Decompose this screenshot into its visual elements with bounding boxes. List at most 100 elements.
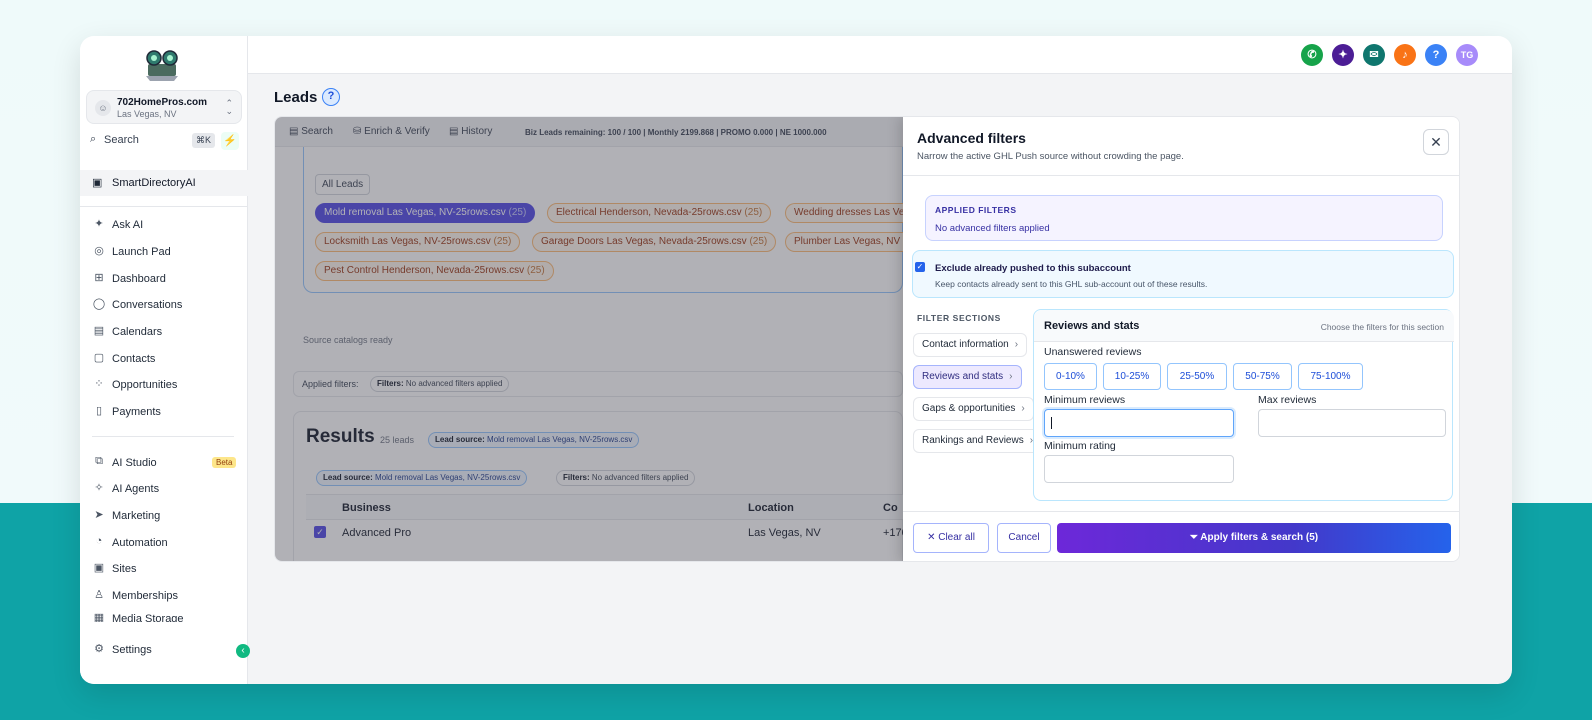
search-shortcut: ⌘K [192,133,216,148]
cancel-button[interactable]: Cancel [997,523,1051,553]
minimum-reviews-input[interactable] [1044,409,1234,437]
sidebar-item-label: Ask AI [112,219,144,231]
rocket-icon: ◎ [94,245,104,257]
sidebar-item-launch-pad[interactable]: ◎ Launch Pad [80,241,248,263]
sidebar-item-opportunities[interactable]: ⁘ Opportunities [80,374,248,396]
range-button[interactable]: 75-100% [1298,363,1363,390]
account-name: 702HomePros.com [117,97,208,108]
range-button[interactable]: 0-10% [1044,363,1097,390]
applied-filters-heading: APPLIED FILTERS [935,205,1017,215]
section-gaps-opportunities[interactable]: Gaps & opportunities › [913,397,1034,421]
divider [80,206,248,207]
book-icon: ▣ [92,177,103,189]
range-button[interactable]: 10-25% [1103,363,1161,390]
sidebar-item-label: Automation [112,537,168,549]
apply-filters-label: Apply filters & search (5) [1200,532,1319,543]
sidebar-item-calendars[interactable]: ▤ Calendars [80,321,248,343]
phone-icon[interactable]: ✆ [1301,44,1323,66]
page-title: Leads [274,89,318,106]
automation-icon: ◔ [95,535,103,547]
sidebar-item-label: Settings [112,644,152,656]
app-logo [146,50,178,81]
sidebar-item-ai-studio[interactable]: ⧉ AI Studio Beta [80,452,248,474]
memberships-icon: ♙ [94,589,104,601]
contacts-icon: ▢ [93,352,105,364]
search-label: Search [104,134,139,146]
collapse-sidebar-icon[interactable]: ‹ [236,644,250,658]
minimum-rating-input[interactable] [1044,455,1234,483]
divider [903,511,1459,512]
sidebar-item-label: Payments [112,406,161,418]
sidebar-item-automation[interactable]: ◔ Automation [80,532,248,554]
exclude-pushed-title: Exclude already pushed to this subaccoun… [935,263,1131,274]
ai-studio-icon: ⧉ [95,455,103,467]
apply-filters-button[interactable]: ⏷ Apply filters & search (5) [1057,523,1451,553]
help-icon[interactable]: ? [1425,44,1447,66]
media-icon: ▦ [93,612,105,622]
megaphone-icon[interactable]: ✉ [1363,44,1385,66]
sidebar-item-sites[interactable]: ▣ Sites [80,558,248,580]
section-label: Rankings and Reviews [922,435,1024,446]
payments-icon: ▯ [95,405,103,417]
gear-icon: ⚙ [94,643,104,655]
account-location: Las Vegas, NV [117,109,177,119]
sidebar-item-ai-agents[interactable]: ✧ AI Agents [80,478,248,500]
user-avatar[interactable]: TG [1456,44,1478,66]
sidebar-item-settings[interactable]: ⚙ Settings [80,639,248,661]
panel-hint: Choose the filters for this section [1320,322,1444,332]
sidebar-item-label: Marketing [112,510,161,522]
applied-filters-value: No advanced filters applied [935,223,1050,234]
panel-header: Reviews and stats Choose the filters for… [1034,310,1454,342]
sidebar-item-label: Memberships [112,590,179,602]
quick-action-bolt-icon[interactable]: ⚡ [221,132,239,150]
sidebar-item-conversations[interactable]: ◯ Conversations [80,294,248,316]
top-bar: ✆ ✦ ✉ ♪ ? TG [248,36,1512,74]
send-icon: ➤ [94,509,104,521]
chevron-updown-icon: ⌃ ⌄ [225,98,233,116]
sidebar-item-media-storage[interactable]: ▦ Media Storage [80,608,248,622]
ai-sparkle-icon[interactable]: ✦ [1332,44,1354,66]
max-reviews-label: Max reviews [1258,394,1317,406]
chevron-right-icon: › [1021,403,1025,414]
sidebar-item-label: Dashboard [112,273,166,285]
section-rankings-reviews[interactable]: Rankings and Reviews › [913,429,1043,453]
clear-all-button[interactable]: ✕ Clear all [913,523,989,553]
sidebar-item-memberships[interactable]: ♙ Memberships [80,585,248,607]
sidebar-item-marketing[interactable]: ➤ Marketing [80,505,248,527]
sidebar-item-smartdirectoryai[interactable]: ▣ SmartDirectoryAI [80,170,248,196]
close-icon[interactable]: ✕ [1423,129,1449,155]
sidebar-item-ask-ai[interactable]: ✦ Ask AI [80,214,248,236]
leads-panel: ▤ Search ⛁ Enrich & Verify ▤ History Biz… [274,116,1460,562]
sidebar-item-label: AI Studio [112,457,157,469]
minimum-reviews-label: Minimum reviews [1044,394,1126,406]
section-reviews-and-stats[interactable]: Reviews and stats › [913,365,1022,389]
account-avatar-icon: ☺ [95,100,111,116]
grid-icon: ⊞ [94,272,104,284]
exclude-pushed-checkbox[interactable]: ✓ [915,262,925,272]
max-reviews-input[interactable] [1258,409,1446,437]
section-label: Contact information [922,339,1009,350]
sidebar-item-label: Opportunities [112,379,178,391]
range-button[interactable]: 50-75% [1233,363,1292,390]
sidebar-item-payments[interactable]: ▯ Payments [80,401,248,423]
drawer-title: Advanced filters [917,130,1026,146]
filter-funnel-icon: ⏷ [1189,532,1198,543]
calendar-icon: ▤ [93,325,105,337]
minimum-rating-label: Minimum rating [1044,440,1116,452]
search-icon: ⌕ [90,133,97,145]
account-switcher[interactable]: ☺ 702HomePros.com Las Vegas, NV ⌃ ⌄ [86,90,242,124]
sidebar-item-contacts[interactable]: ▢ Contacts [80,348,248,370]
bell-icon[interactable]: ♪ [1394,44,1416,66]
advanced-filters-drawer: Advanced filters Narrow the active GHL P… [903,117,1459,561]
chevron-right-icon: › [1014,339,1019,350]
section-label: Reviews and stats [922,371,1004,382]
sidebar-item-label: Contacts [112,353,156,365]
sidebar-item-dashboard[interactable]: ⊞ Dashboard [80,268,248,290]
sidebar-search[interactable]: ⌕ Search ⌘K [88,132,216,150]
range-button[interactable]: 25-50% [1167,363,1227,390]
page-help-icon[interactable]: ? [322,88,340,106]
section-contact-information[interactable]: Contact information › [913,333,1028,357]
modal-backdrop[interactable] [275,117,903,561]
sites-icon: ▣ [93,562,105,574]
sidebar-item-label: Media Storage [112,613,184,622]
